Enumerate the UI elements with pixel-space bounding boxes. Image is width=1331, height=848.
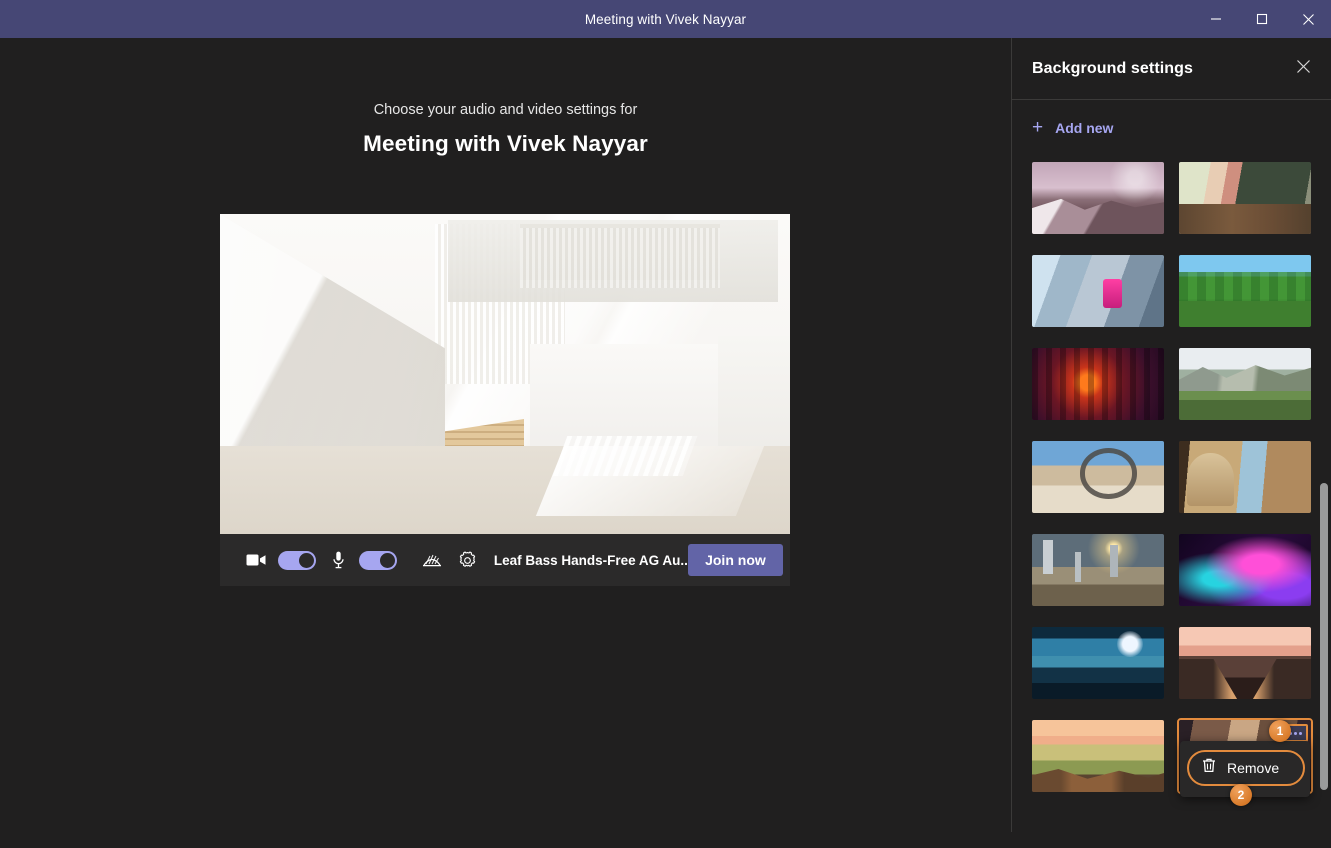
background-thumbnail-mountain-dusk[interactable] (1032, 162, 1164, 234)
trash-icon (1201, 757, 1217, 779)
step-badge-1: 1 (1269, 720, 1291, 742)
video-preview-image (220, 214, 790, 534)
microphone-toggle-knob (380, 553, 395, 568)
prejoin-subtitle: Choose your audio and video settings for (0, 102, 1011, 118)
microphone-icon[interactable] (326, 551, 352, 569)
add-new-button[interactable]: + Add new (1032, 118, 1113, 137)
background-thumbnail-green-valley[interactable] (1179, 348, 1311, 420)
remove-label: Remove (1227, 760, 1279, 776)
panel-scrollbar-thumb[interactable] (1320, 483, 1328, 790)
close-icon (1296, 59, 1311, 79)
microphone-toggle[interactable] (359, 551, 397, 570)
minimize-icon (1210, 13, 1222, 25)
thumbnail-art (1032, 348, 1164, 420)
background-thumbnail-desert-arena[interactable] (1032, 441, 1164, 513)
close-icon (1302, 13, 1315, 26)
background-settings-panel: Background settings + Add new (1011, 38, 1331, 832)
background-thumbnail-pink-nebula[interactable] (1179, 534, 1311, 606)
maximize-icon (1256, 13, 1268, 25)
prejoin-control-bar: Leaf Bass Hands-Free AG Au... Join now (220, 534, 790, 586)
prejoin-meeting-title: Meeting with Vivek Nayyar (0, 131, 1011, 157)
plus-icon: + (1032, 118, 1043, 137)
background-thumbnail-classroom[interactable] (1179, 162, 1311, 234)
maximize-button[interactable] (1239, 0, 1285, 38)
thumbnail-art (1032, 720, 1164, 792)
close-button[interactable] (1285, 0, 1331, 38)
audio-device-label[interactable]: Leaf Bass Hands-Free AG Au... (494, 553, 688, 568)
thumbnail-art (1179, 162, 1311, 234)
background-thumbnail-lab-interior[interactable] (1032, 255, 1164, 327)
thumbnail-art (1032, 255, 1164, 327)
background-thumbnail-sunset-hiker[interactable] (1032, 720, 1164, 792)
camera-toggle-knob (299, 553, 314, 568)
thumbnail-art (1179, 441, 1311, 513)
remove-menu-item[interactable]: Remove (1187, 750, 1305, 786)
camera-toggle[interactable] (278, 551, 316, 570)
panel-header: Background settings (1012, 38, 1331, 100)
video-camera-icon[interactable] (244, 553, 270, 567)
thumbnail-art (1032, 162, 1164, 234)
gear-icon[interactable] (452, 551, 481, 570)
background-thumbnail-moonlit-shore[interactable] (1032, 627, 1164, 699)
thumbnail-art (1179, 348, 1311, 420)
background-effects-icon[interactable] (417, 551, 446, 569)
thumbnail-art (1179, 627, 1311, 699)
dot (1294, 732, 1297, 735)
prejoin-stage: Choose your audio and video settings for… (0, 38, 1011, 832)
panel-close-button[interactable] (1289, 55, 1317, 83)
floor-light-stripes (553, 436, 698, 476)
dot (1299, 732, 1302, 735)
ceiling-slats (520, 228, 720, 288)
thumbnail-art (1179, 255, 1311, 327)
background-thumbnail-alien-landscape[interactable] (1032, 534, 1164, 606)
add-new-label: Add new (1055, 120, 1113, 136)
minimize-button[interactable] (1193, 0, 1239, 38)
background-thumbnail-fantasy-village[interactable] (1179, 441, 1311, 513)
panel-title: Background settings (1032, 60, 1193, 78)
step-badge-2: 2 (1230, 784, 1252, 806)
background-thumbnail-anime-street[interactable] (1179, 627, 1311, 699)
background-thumbnail-voxel-village[interactable] (1179, 255, 1311, 327)
background-thumbnail-forge-interior[interactable] (1032, 348, 1164, 420)
thumbnail-art (1032, 534, 1164, 606)
window-title: Meeting with Vivek Nayyar (585, 12, 746, 27)
thumbnail-art (1032, 627, 1164, 699)
window-titlebar: Meeting with Vivek Nayyar (0, 0, 1331, 38)
video-preview (220, 214, 790, 534)
window-controls (1193, 0, 1331, 38)
thumbnail-art (1179, 534, 1311, 606)
join-now-button[interactable]: Join now (688, 544, 783, 576)
thumbnail-art (1032, 441, 1164, 513)
